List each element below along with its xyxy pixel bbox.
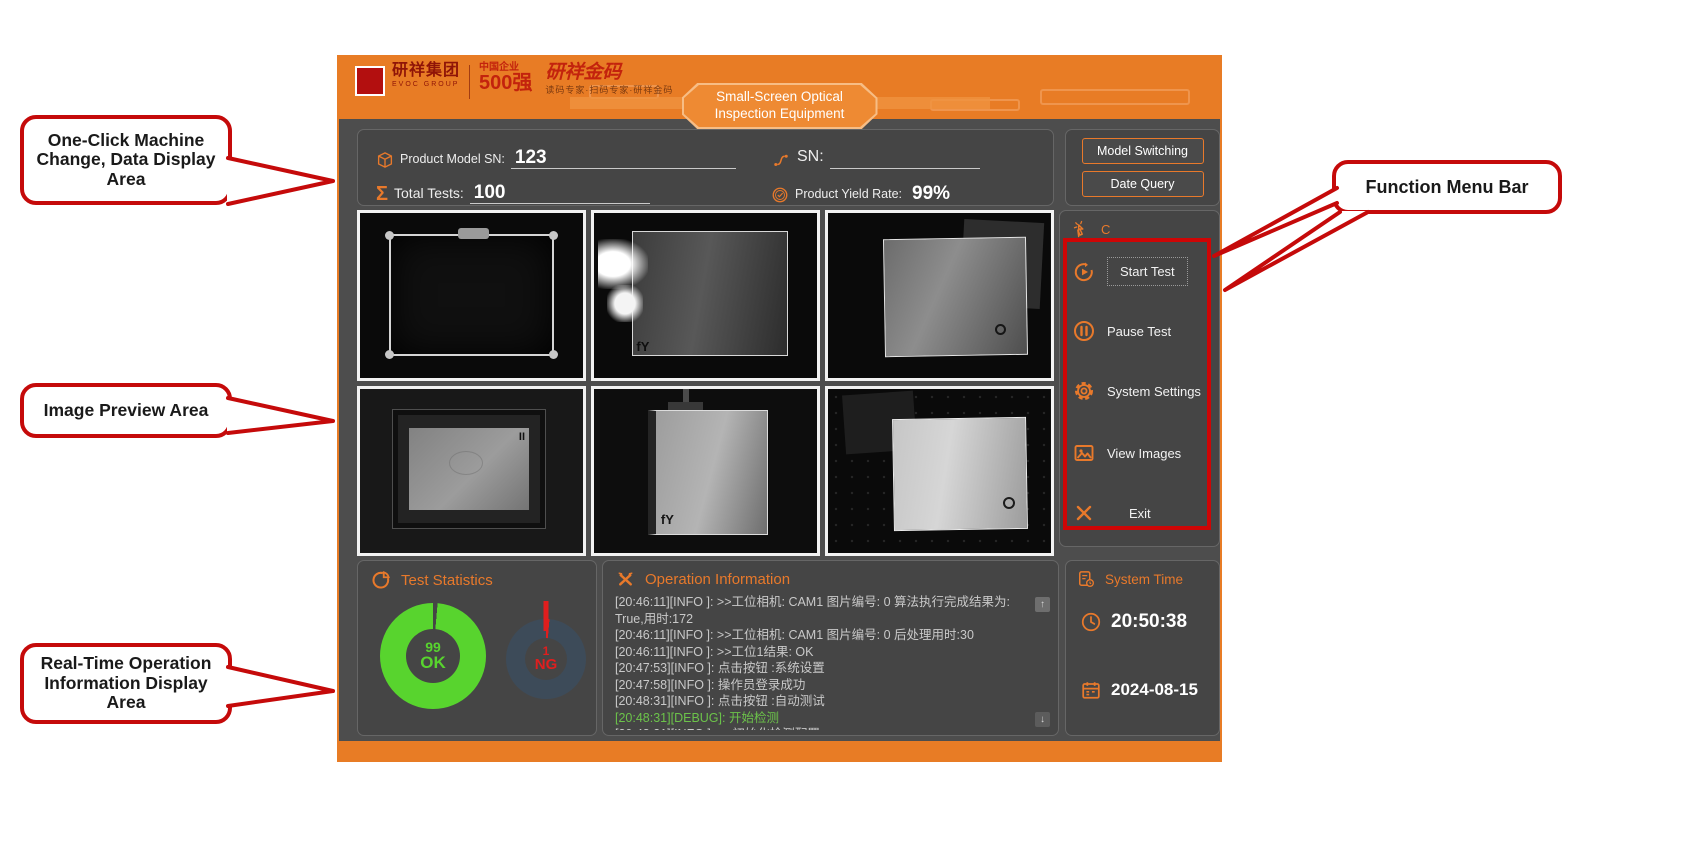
route-icon	[771, 151, 791, 169]
query-buttons-panel: Model Switching Date Query	[1065, 129, 1220, 206]
ok-count: 99	[425, 640, 441, 655]
log-line: [20:46:11][INFO ]: >>工位1结果: OK	[615, 644, 1028, 661]
badge-wing-left	[570, 97, 690, 109]
log-line: [20:46:11][INFO ]: >>工位相机: CAM1 图片编号: 0 …	[615, 627, 1028, 644]
logo-slogan: 读码专家·扫码专家·研祥金码	[545, 86, 673, 95]
product-model-value: 123	[511, 148, 551, 168]
preview-image-cam5[interactable]: fY	[591, 386, 820, 557]
product-model-label: Product Model SN:	[400, 152, 505, 169]
pie-chart-icon	[370, 569, 392, 591]
bottom-bar	[339, 741, 1220, 762]
calendar-icon	[1080, 679, 1102, 701]
callout-one-click-data-area: One-Click Machine Change, Data Display A…	[20, 115, 232, 205]
ok-donut-chart: 99 OK	[380, 603, 486, 709]
app-title-line1: Small-Screen Optical	[716, 89, 843, 106]
log-line: [20:48:31][INFO ]: >>初始化检测配置	[615, 726, 1028, 730]
logo-rank-bottom: 500强	[479, 73, 532, 93]
callout-realtime-info-area: Real-Time Operation Information Display …	[20, 643, 232, 724]
logo-group-sub: EVOC GROUP	[392, 81, 460, 88]
sigma-icon: Σ	[376, 184, 388, 204]
log-scroll-up-button[interactable]: ↑	[1035, 597, 1050, 612]
preview-image-cam4[interactable]: II	[357, 386, 586, 557]
ng-slice-marker	[544, 601, 549, 631]
logo-script: 研祥金码	[545, 63, 673, 82]
check-circle-icon	[771, 186, 789, 204]
preview-image-cam3[interactable]	[825, 210, 1054, 381]
log-line: [20:47:58][INFO ]: 操作员登录成功	[615, 677, 1028, 694]
preview-image-cam2[interactable]: fY	[591, 210, 820, 381]
logo-group-name: 研祥集团	[392, 63, 460, 79]
badge-wing-right	[870, 97, 990, 109]
circuit-decoration	[1040, 89, 1190, 105]
log-line-debug: [20:48:31][DEBUG]: 开始检测	[615, 710, 1028, 727]
page: 研祥集团 EVOC GROUP 中国企业 500强 研祥金码 读码专家·扫码专家…	[0, 0, 1688, 861]
ng-label: NG	[535, 657, 558, 673]
image-preview-area: fY II fY	[357, 210, 1054, 556]
preview-image-cam1[interactable]	[357, 210, 586, 381]
test-statistics-panel: Test Statistics 99 OK 1 NG	[357, 560, 597, 736]
sn-field[interactable]	[830, 167, 980, 169]
operation-information-panel: Operation Information [20:46:11][INFO ]:…	[602, 560, 1059, 736]
log-line: [20:46:11][INFO ]: >>工位相机: CAM1 图片编号: 0 …	[615, 594, 1028, 627]
callout-image-preview-area: Image Preview Area	[20, 383, 232, 438]
data-display-panel: Product Model SN: 123 SN:	[357, 129, 1054, 206]
hand-click-icon	[1072, 219, 1092, 239]
ng-donut-chart: 1 NG	[506, 619, 586, 699]
callout-function-menu-bar: Function Menu Bar	[1332, 160, 1562, 214]
operation-info-title: Operation Information	[645, 571, 790, 588]
total-tests-field[interactable]: 100	[470, 183, 650, 204]
app-title-line2: Inspection Equipment	[715, 106, 845, 123]
sn-value	[830, 167, 838, 168]
logo-mark-icon	[355, 66, 385, 96]
log-scroll-area[interactable]: [20:46:11][INFO ]: >>工位相机: CAM1 图片编号: 0 …	[615, 594, 1028, 730]
system-date-value: 2024-08-15	[1111, 680, 1198, 700]
total-tests-label: Total Tests:	[394, 185, 464, 204]
model-switching-button[interactable]: Model Switching	[1082, 138, 1204, 164]
preview-image-cam6[interactable]	[825, 386, 1054, 557]
ok-label: OK	[420, 654, 446, 672]
app-title-badge: Small-Screen Optical Inspection Equipmen…	[682, 83, 878, 129]
logo-divider	[469, 65, 470, 99]
function-menu-annotation-rect	[1063, 238, 1211, 530]
log-line: [20:47:53][INFO ]: 点击按钮 :系统设置	[615, 660, 1028, 677]
date-query-button[interactable]: Date Query	[1082, 171, 1204, 197]
system-time-panel: System Time 20:50:38 2024-08-15	[1065, 560, 1220, 736]
yield-label: Product Yield Rate:	[795, 187, 902, 204]
sn-label: SN:	[797, 148, 824, 169]
clock-icon	[1080, 611, 1102, 633]
log-scroll-down-button[interactable]: ↓	[1035, 712, 1050, 727]
company-logo: 研祥集团 EVOC GROUP 中国企业 500强 研祥金码 读码专家·扫码专家…	[355, 63, 673, 99]
system-time-value: 20:50:38	[1111, 611, 1187, 633]
menu-header-label: C	[1101, 222, 1110, 237]
stats-title: Test Statistics	[401, 572, 493, 589]
product-model-field[interactable]: 123	[511, 148, 736, 169]
crossed-tools-icon	[615, 569, 636, 590]
system-time-title: System Time	[1105, 572, 1183, 587]
doc-clock-icon	[1076, 569, 1096, 589]
total-tests-value: 100	[470, 183, 510, 203]
box-icon	[376, 151, 394, 169]
log-line: [20:48:31][INFO ]: 点击按钮 :自动测试	[615, 693, 1028, 710]
yield-value: 99%	[908, 184, 954, 204]
